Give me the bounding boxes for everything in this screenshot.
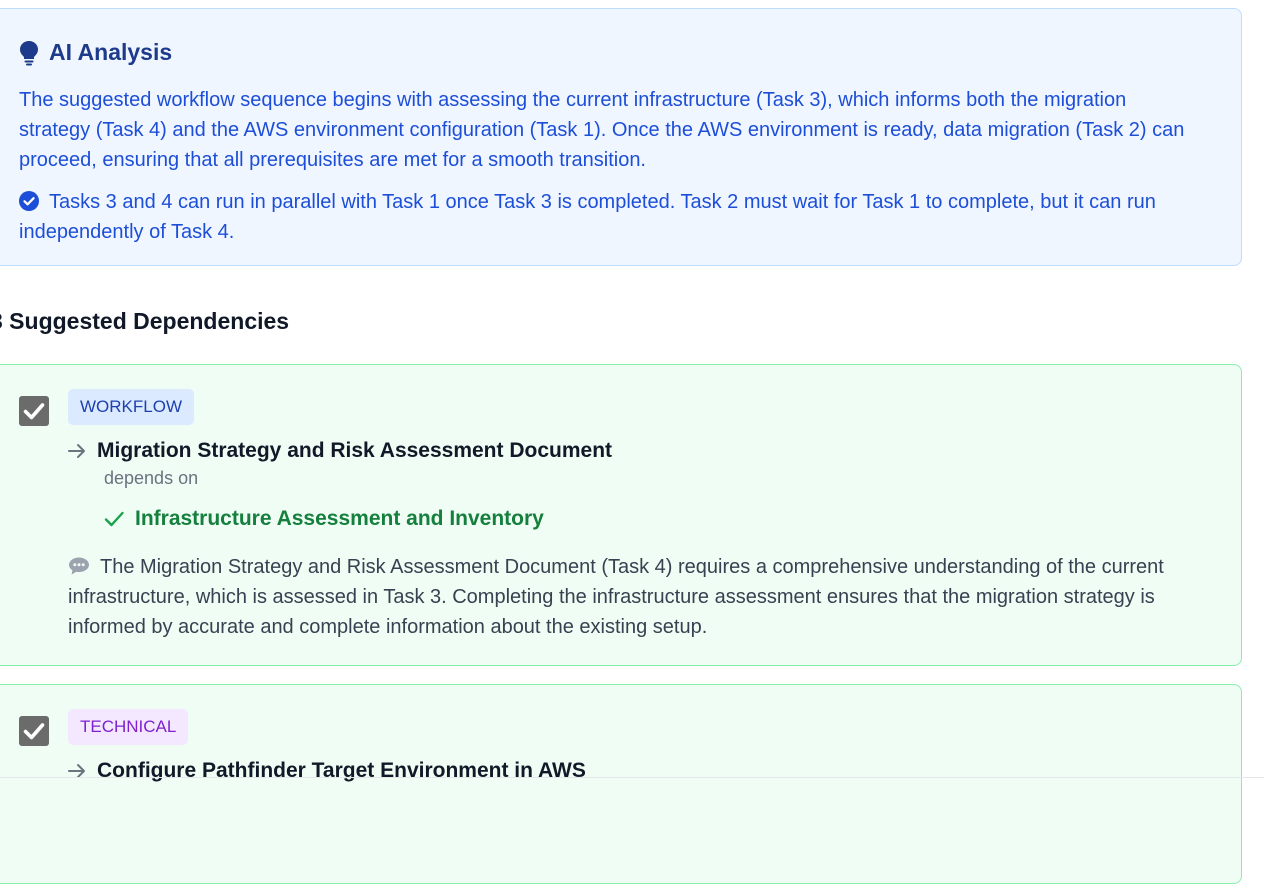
dependency-card: WORKFLOW Migration Strategy and Risk Ass…: [0, 364, 1242, 666]
dependent-task-label: Migration Strategy and Risk Assessment D…: [97, 439, 613, 462]
comment-icon: [69, 557, 89, 575]
checkmark-icon: [23, 403, 45, 420]
dependency-reason: The Migration Strategy and Risk Assessme…: [68, 552, 1213, 642]
dependent-task: Configure Pathfinder Target Environment …: [67, 759, 586, 783]
ai-analysis-panel: AI Analysis The suggested workflow seque…: [0, 8, 1242, 266]
dependency-type-badge: TECHNICAL: [68, 709, 189, 745]
check-icon: [104, 511, 124, 527]
ai-analysis-header: AI Analysis: [19, 39, 172, 66]
check-circle-icon: [19, 191, 39, 211]
dependent-task-label: Configure Pathfinder Target Environment …: [97, 759, 586, 782]
dependency-checkbox[interactable]: [19, 716, 49, 746]
dependent-task: Migration Strategy and Risk Assessment D…: [67, 439, 612, 463]
prerequisite-task: Infrastructure Assessment and Inventory: [103, 507, 544, 531]
checkmark-icon: [23, 723, 45, 740]
depends-on-label: depends on: [104, 468, 199, 488]
dependency-reason-text: The Migration Strategy and Risk Assessme…: [68, 556, 1164, 638]
ai-analysis-note: Tasks 3 and 4 can run in parallel with T…: [19, 187, 1204, 247]
dependency-type-badge: WORKFLOW: [68, 389, 194, 425]
ai-analysis-title: AI Analysis: [49, 39, 173, 65]
dependency-checkbox[interactable]: [19, 396, 49, 426]
prerequisite-task-label: Infrastructure Assessment and Inventory: [135, 507, 544, 530]
suggested-dependencies-heading: 3 Suggested Dependencies: [0, 308, 290, 334]
lightbulb-icon: [20, 40, 38, 65]
arrow-right-icon: [68, 764, 85, 778]
ai-analysis-note-text: Tasks 3 and 4 can run in parallel with T…: [19, 191, 1156, 243]
dependency-card: TECHNICAL Configure Pathfinder Target En…: [0, 684, 1242, 884]
arrow-right-icon: [68, 444, 85, 458]
divider: [0, 777, 1264, 778]
ai-analysis-text: The suggested workflow sequence begins w…: [19, 89, 1185, 171]
